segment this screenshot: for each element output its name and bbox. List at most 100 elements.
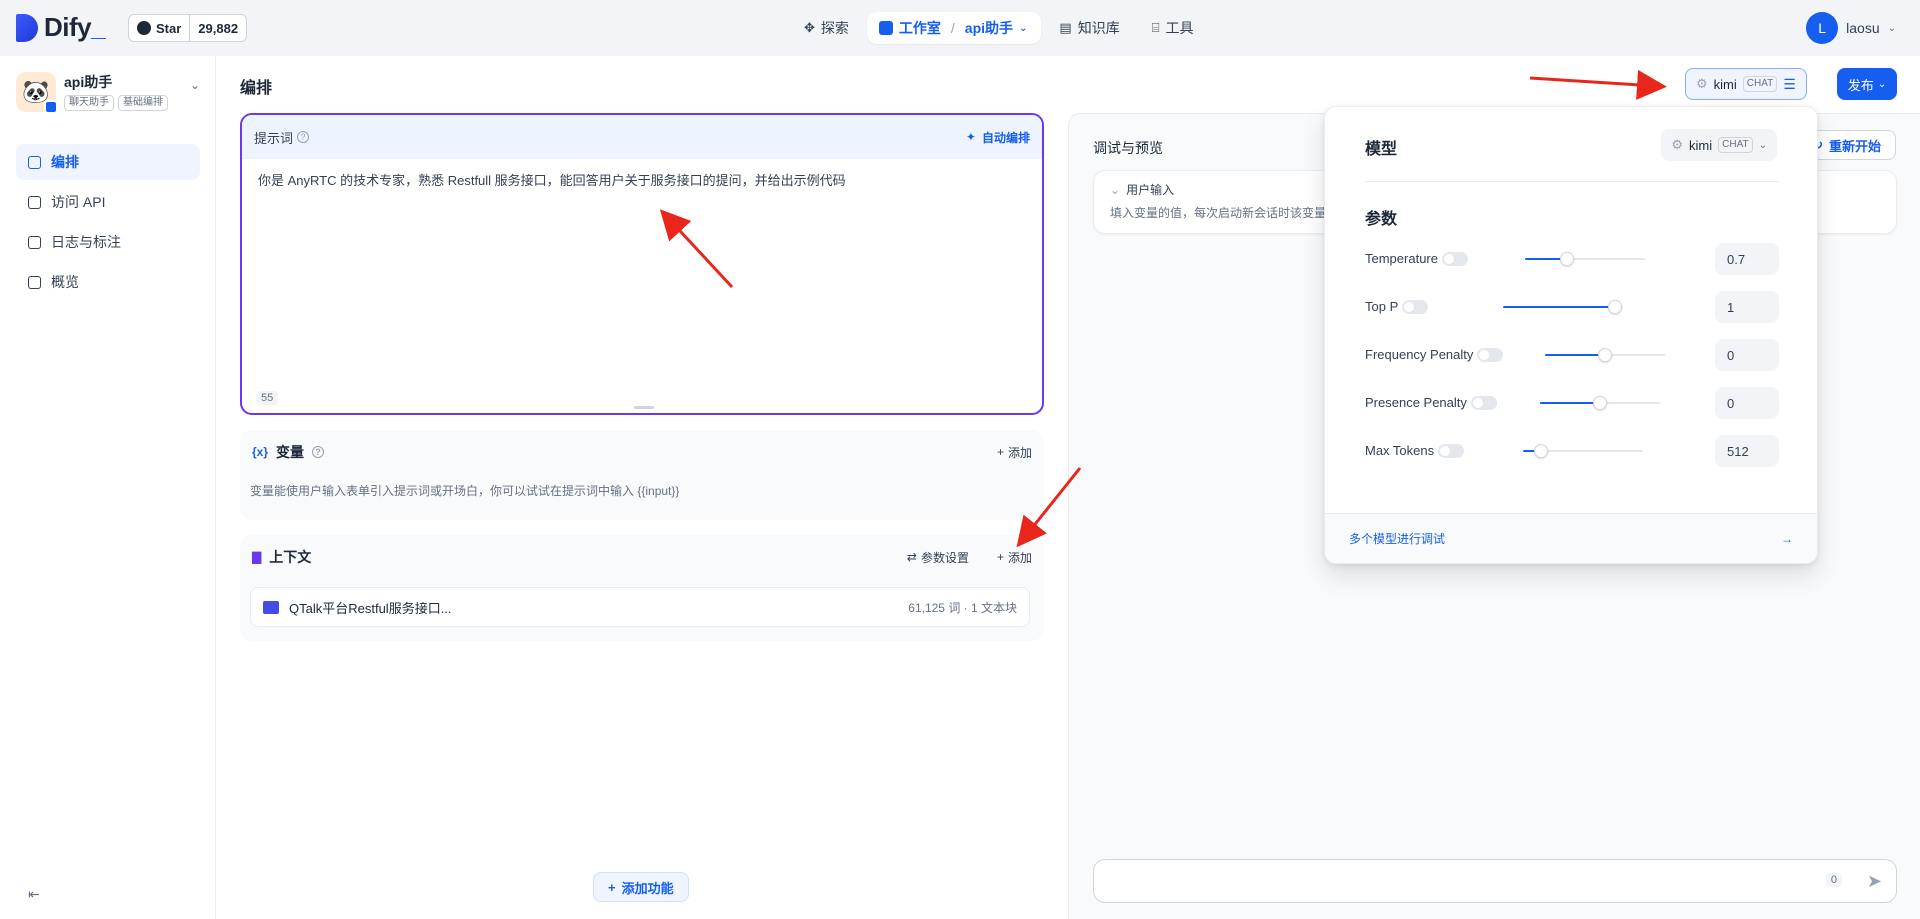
param-slider[interactable] bbox=[1540, 396, 1660, 410]
add-variable-button[interactable]: + 添加 bbox=[997, 444, 1032, 461]
nav-explore[interactable]: ✥ 探索 bbox=[790, 12, 863, 44]
prompt-textarea[interactable]: 你是 AnyRTC 的技术专家，熟悉 Restfull 服务接口，能回答用户关于… bbox=[242, 159, 1042, 203]
param-label: Presence Penalty bbox=[1365, 395, 1467, 410]
github-star-button[interactable]: Star 29,882 bbox=[128, 14, 248, 42]
settings-sliders-icon: ☰ bbox=[1783, 75, 1796, 92]
param-label: Temperature bbox=[1365, 251, 1438, 266]
model-icon: ⚙ bbox=[1671, 137, 1684, 152]
auto-orchestrate-button[interactable]: ✦ 自动编排 bbox=[966, 129, 1030, 146]
sidebar-menu: 编排 访问 API 日志与标注 概览 bbox=[16, 144, 200, 304]
main-nav: ✥ 探索 工作室 / api助手 ⌄ ▤ 知识库 ⌸ 工具 bbox=[790, 12, 1208, 44]
dify-logo-icon bbox=[16, 13, 38, 42]
param-slider[interactable] bbox=[1545, 348, 1665, 362]
param-value-input[interactable]: 0 bbox=[1715, 339, 1779, 371]
app-name: api助手 bbox=[64, 74, 113, 90]
github-star-label: Star bbox=[156, 20, 182, 36]
collapse-sidebar-icon[interactable]: ⇤ bbox=[28, 886, 40, 903]
resize-handle[interactable] bbox=[634, 406, 654, 409]
sidebar-item-logs[interactable]: 日志与标注 bbox=[16, 224, 200, 260]
app-info[interactable]: 🐼 api助手 聊天助手 基础编排 ⌄ bbox=[16, 72, 200, 118]
slider-handle[interactable] bbox=[1534, 444, 1548, 458]
avatar: L bbox=[1806, 12, 1839, 44]
variable-icon: {x} bbox=[252, 445, 269, 459]
slider-handle[interactable] bbox=[1598, 348, 1612, 362]
dify-logo[interactable]: Dify_ bbox=[16, 12, 106, 43]
nav-tools[interactable]: ⌸ 工具 bbox=[1138, 12, 1208, 44]
auto-orchestrate-label: 自动编排 bbox=[981, 130, 1030, 145]
slider-handle[interactable] bbox=[1560, 252, 1574, 266]
sparkle-icon: ✦ bbox=[965, 130, 976, 144]
context-settings-button[interactable]: ⇄ 参数设置 bbox=[907, 549, 969, 566]
model-icon: ⚙ bbox=[1696, 76, 1708, 91]
github-star-count: 29,882 bbox=[198, 20, 239, 36]
param-value-input[interactable]: 0 bbox=[1715, 387, 1779, 419]
add-feature-button[interactable]: + 添加功能 bbox=[593, 872, 689, 902]
dataset-name: QTalk平台Restful服务接口... bbox=[289, 600, 452, 616]
model-name: kimi bbox=[1689, 137, 1713, 153]
publish-label: 发布 bbox=[1847, 77, 1874, 93]
edit-icon bbox=[28, 155, 41, 169]
param-toggle[interactable] bbox=[1470, 395, 1497, 410]
chat-input[interactable]: 0 ➤ bbox=[1093, 859, 1897, 903]
chevron-down-icon: ⌄ bbox=[1110, 182, 1121, 197]
param-slider[interactable] bbox=[1523, 444, 1643, 458]
model-settings-popover: 模型 ⚙ kimi CHAT ⌄ 参数 Temperature 0.7 Top … bbox=[1324, 106, 1818, 564]
param-slider[interactable] bbox=[1525, 252, 1645, 266]
user-menu[interactable]: L laosu ⌄ bbox=[1806, 12, 1896, 44]
param-value-input[interactable]: 512 bbox=[1715, 435, 1779, 467]
model-selector-button[interactable]: ⚙ kimi CHAT ☰ bbox=[1685, 68, 1807, 100]
context-dataset-item[interactable]: QTalk平台Restful服务接口... 61,125 词 · 1 文本块 bbox=[250, 587, 1030, 627]
send-icon[interactable]: ➤ bbox=[1867, 871, 1882, 892]
slider-handle[interactable] bbox=[1607, 300, 1622, 314]
param-value-input[interactable]: 0.7 bbox=[1715, 243, 1779, 275]
plus-icon: + bbox=[996, 550, 1004, 564]
sidebar-item-orchestrate[interactable]: 编排 bbox=[16, 144, 200, 180]
help-icon[interactable]: ? bbox=[312, 446, 325, 458]
nav-studio-label: 工作室 bbox=[898, 20, 941, 36]
nav-knowledge[interactable]: ▤ 知识库 bbox=[1045, 12, 1133, 44]
prompt-editor: 提示词? ✦ 自动编排 你是 AnyRTC 的技术专家，熟悉 Restfull 服… bbox=[240, 113, 1044, 415]
top-navbar: Dify_ Star 29,882 ✥ 探索 工作室 / api助手 ⌄ ▤ 知… bbox=[0, 0, 1920, 56]
param-toggle[interactable] bbox=[1402, 299, 1429, 314]
add-context-button[interactable]: + 添加 bbox=[997, 549, 1032, 566]
user-name: laosu bbox=[1846, 20, 1880, 36]
app-avatar-icon: 🐼 bbox=[16, 72, 58, 114]
param-toggle[interactable] bbox=[1438, 443, 1465, 458]
nav-explore-label: 探索 bbox=[820, 20, 849, 36]
sidebar-item-label: 日志与标注 bbox=[51, 234, 121, 250]
param-slider[interactable] bbox=[1503, 300, 1623, 314]
chevron-down-icon: ⌄ bbox=[189, 78, 200, 92]
param-row-temperature: Temperature 0.7 bbox=[1365, 243, 1779, 275]
add-label: 添加 bbox=[1007, 550, 1032, 565]
sidebar-item-overview[interactable]: 概览 bbox=[16, 264, 200, 300]
nav-studio[interactable]: 工作室 / api助手 ⌄ bbox=[866, 12, 1042, 44]
variables-title: 变量 bbox=[276, 444, 305, 460]
debug-title: 调试与预览 bbox=[1093, 140, 1163, 156]
multi-model-debug-button[interactable]: 多个模型进行调试 → bbox=[1325, 513, 1817, 563]
popover-model-selector[interactable]: ⚙ kimi CHAT ⌄ bbox=[1661, 129, 1777, 161]
compass-icon: ✥ bbox=[804, 20, 815, 35]
slider-handle[interactable] bbox=[1593, 396, 1607, 410]
params-section-title: 参数 bbox=[1365, 211, 1398, 228]
sidebar-item-api[interactable]: 访问 API bbox=[16, 184, 200, 220]
plus-icon: + bbox=[996, 445, 1004, 459]
tool-icon: ⌸ bbox=[1151, 20, 1160, 35]
nav-current-app[interactable]: api助手 bbox=[965, 18, 1013, 38]
file-list-icon bbox=[28, 235, 41, 249]
restart-label: 重新开始 bbox=[1828, 138, 1881, 154]
page-title: 编排 bbox=[240, 80, 273, 97]
book-icon: ▤ bbox=[1059, 20, 1072, 35]
add-label: 添加 bbox=[1007, 445, 1032, 460]
settings-sliders-icon: ⇄ bbox=[906, 550, 917, 564]
param-value-input[interactable]: 1 bbox=[1715, 291, 1779, 323]
model-section-title: 模型 bbox=[1365, 141, 1398, 158]
param-row-presence-penalty: Presence Penalty 0 bbox=[1365, 387, 1779, 419]
prompt-title: 提示词 bbox=[254, 130, 294, 146]
param-toggle[interactable] bbox=[1441, 251, 1468, 266]
param-row-top-p: Top P 1 bbox=[1365, 291, 1779, 323]
publish-button[interactable]: 发布 ⌄ bbox=[1837, 68, 1897, 100]
sidebar-item-label: 访问 API bbox=[51, 194, 106, 210]
help-icon[interactable]: ? bbox=[297, 131, 310, 143]
param-row-max-tokens: Max Tokens 512 bbox=[1365, 435, 1779, 467]
param-toggle[interactable] bbox=[1477, 347, 1504, 362]
